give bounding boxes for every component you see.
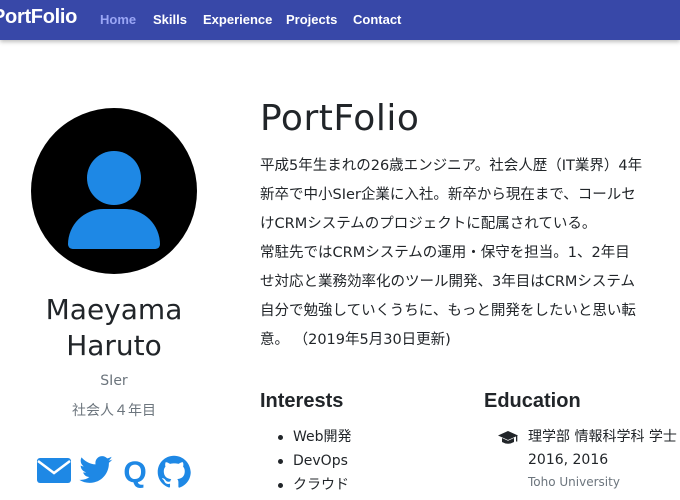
- graduation-cap-icon: [498, 431, 518, 444]
- bio-line: けCRMシステムのプロジェクトに配属されている。: [260, 216, 597, 232]
- twitter-icon[interactable]: [78, 455, 114, 487]
- nav-link-experience[interactable]: Experience: [203, 12, 272, 27]
- mail-icon[interactable]: [36, 455, 72, 485]
- list-item: クラウド: [276, 473, 352, 497]
- education-years: 2016, 2016: [528, 452, 609, 468]
- nav-link-projects[interactable]: Projects: [286, 12, 337, 27]
- profile-role: SIer: [100, 373, 128, 389]
- interests-heading: Interests: [260, 390, 344, 412]
- profile-name: Maeyama Haruto: [14, 292, 214, 364]
- bio-line: 常駐先ではCRMシステムの運用・保守を担当。1、2年目: [260, 245, 630, 261]
- bio-line: せ対応と業務効率化のツール開発、3年目はCRMシステム: [260, 274, 635, 290]
- interests-list: Web開発 DevOps クラウド: [276, 425, 352, 497]
- nav-link-contact[interactable]: Contact: [353, 12, 401, 27]
- bio-line: 自分で勉強していくうちに、もっと開発をしたいと思い転: [260, 303, 636, 319]
- page-title: PortFolio: [260, 98, 420, 139]
- profile-tenure: 社会人４年目: [72, 403, 156, 419]
- nav-link-home[interactable]: Home: [100, 12, 136, 27]
- list-item: DevOps: [276, 449, 352, 473]
- qiita-icon[interactable]: Q: [120, 455, 150, 489]
- bio-line: 平成5年生まれの26歳エンジニア。社会人歴（IT業界）4年: [260, 158, 643, 174]
- top-navbar: PortFolio Home Skills Experience Project…: [0, 0, 680, 40]
- bio-line: 新卒で中小SIer企業に入社。新卒から現在まで、コールセ: [260, 187, 636, 203]
- avatar: [31, 108, 197, 274]
- list-item: Web開発: [276, 425, 352, 449]
- svg-text:Q: Q: [123, 456, 146, 489]
- education-school: Toho University: [528, 475, 620, 489]
- education-heading: Education: [484, 390, 581, 412]
- profile-name-first: Maeyama: [45, 293, 183, 326]
- bio-text: 平成5年生まれの26歳エンジニア。社会人歴（IT業界）4年 新卒で中小SIer企…: [260, 152, 680, 355]
- education-degree: 理学部 情報科学科 学士: [528, 429, 677, 445]
- bio-line: 意。 （2019年5月30日更新): [260, 332, 451, 348]
- profile-name-last: Haruto: [66, 329, 162, 362]
- nav-link-skills[interactable]: Skills: [153, 12, 187, 27]
- navbar-brand[interactable]: PortFolio: [0, 6, 77, 29]
- github-icon[interactable]: [157, 455, 191, 489]
